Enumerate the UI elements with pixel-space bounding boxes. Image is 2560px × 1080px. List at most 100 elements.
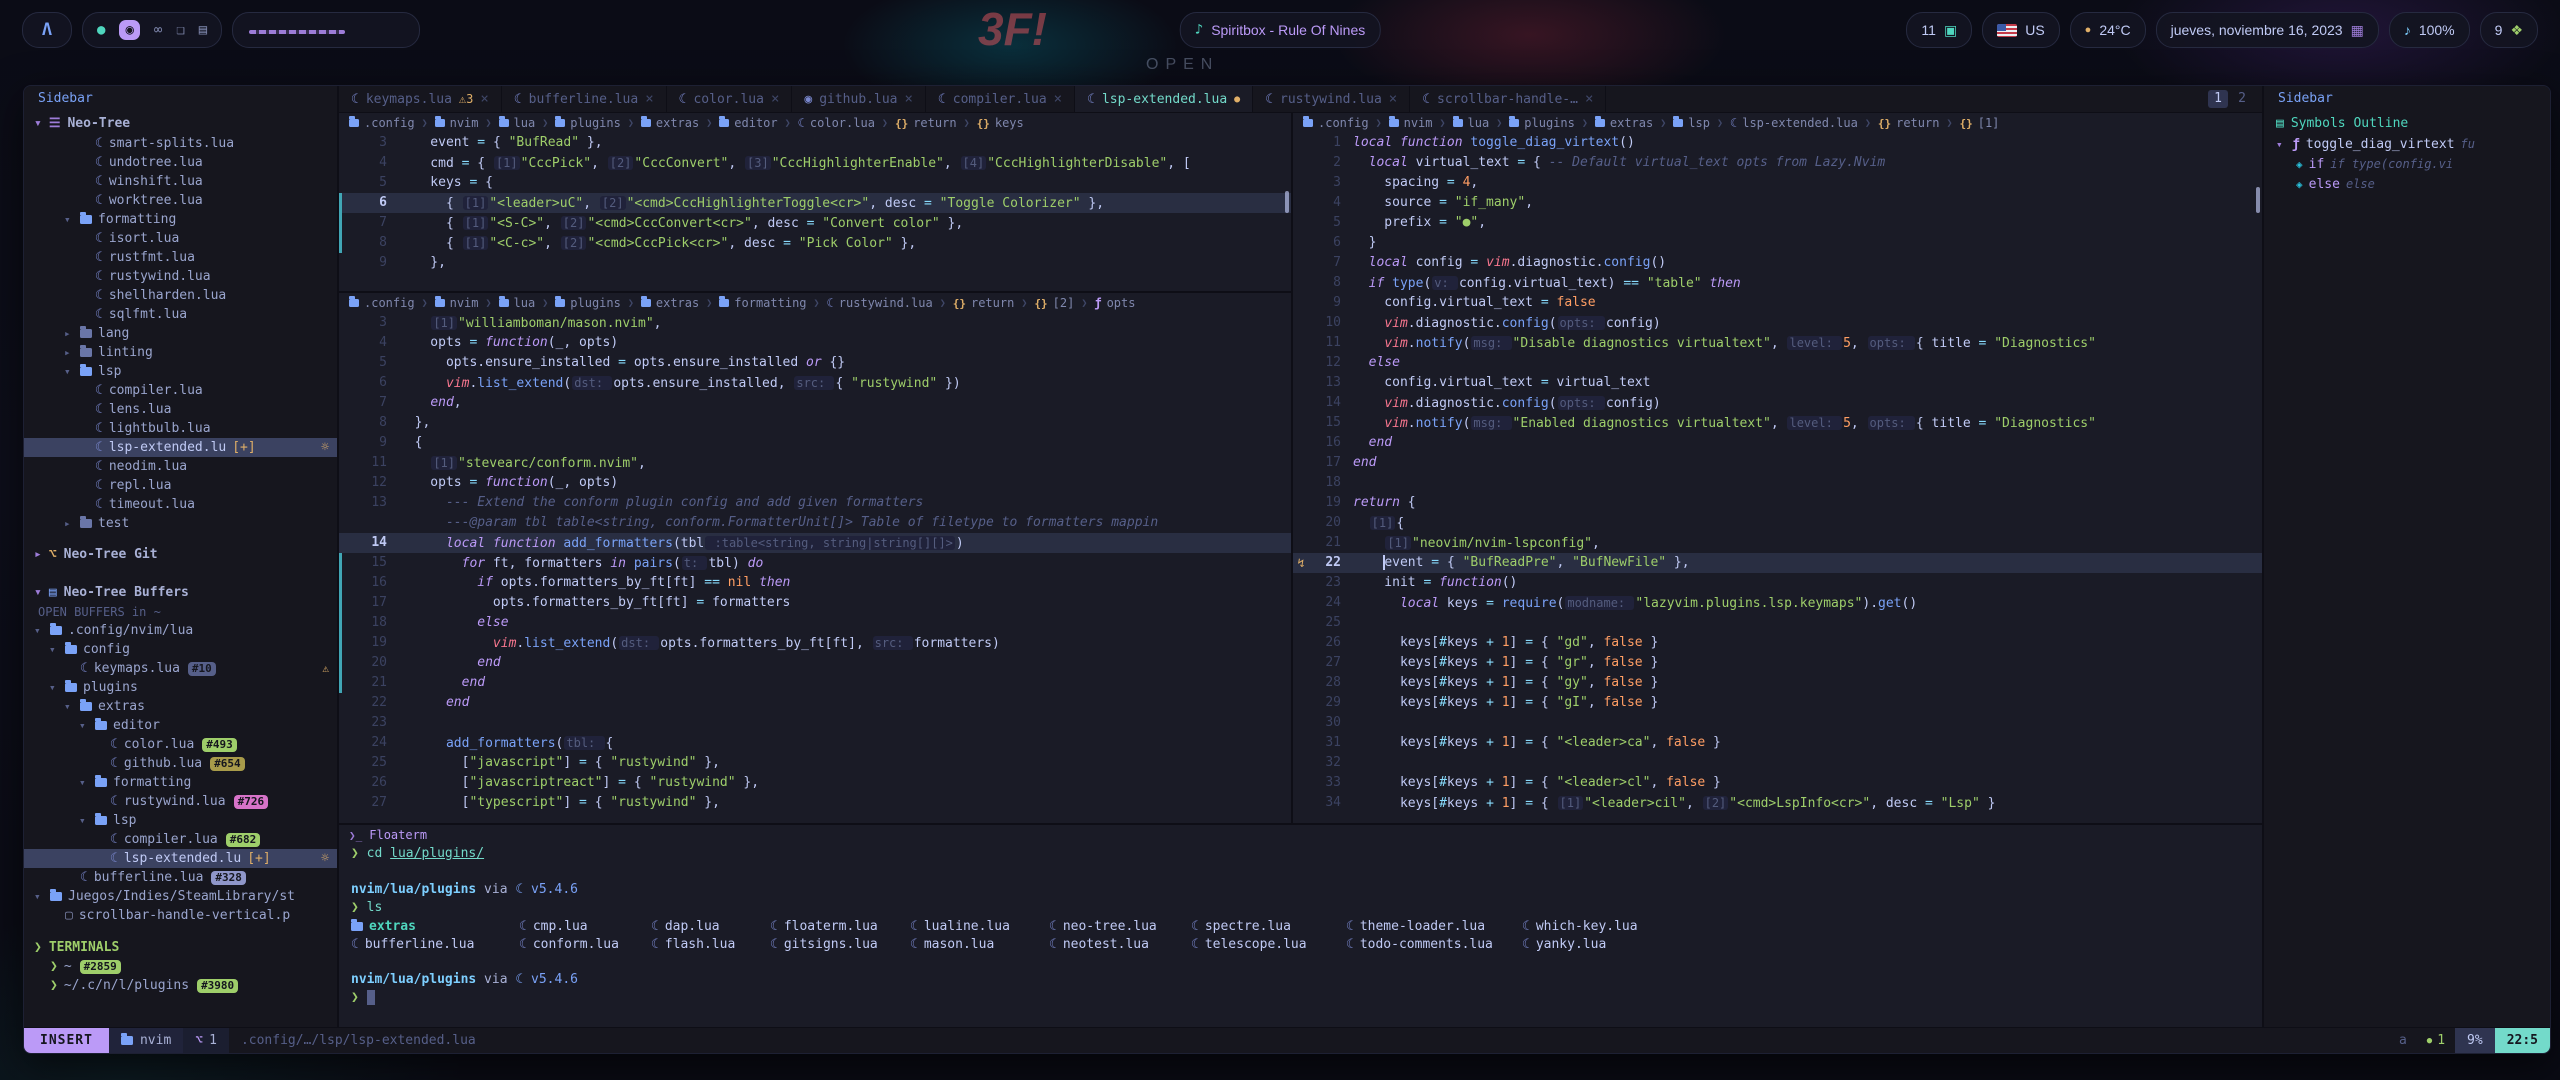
- code-line[interactable]: 20 end: [339, 653, 1291, 673]
- tree-item-rustfmt-lua[interactable]: ☾rustfmt.lua: [24, 248, 337, 267]
- breadcrumb-item[interactable]: {}keys: [977, 116, 1024, 130]
- tree-item-compiler-lua[interactable]: ☾compiler.lua: [24, 381, 337, 400]
- symbol-item-else[interactable]: ◈elseelse: [2264, 174, 2550, 194]
- code-line[interactable]: 11 vim.notify(msg: "Disable diagnostics …: [1293, 333, 2262, 353]
- breadcrumb-item[interactable]: ☾lsp-extended.lua: [1730, 116, 1858, 130]
- tree-item-lsp-extended-lu[interactable]: ☾lsp-extended.lu[+]☼: [24, 438, 337, 457]
- chevron-down-icon[interactable]: ▾: [79, 814, 89, 827]
- code-line[interactable]: 9 {: [339, 433, 1291, 453]
- code-line[interactable]: 2 local virtual_text = { -- Default virt…: [1293, 153, 2262, 173]
- code-line[interactable]: 24 add_formatters(tbl: {: [339, 733, 1291, 753]
- tab-bufferline-lua[interactable]: ☾bufferline.lua×: [502, 86, 667, 112]
- code-line[interactable]: 13 --- Extend the conform plugin config …: [339, 493, 1291, 513]
- tree-item-github-lua[interactable]: ☾github.lua#654: [24, 754, 337, 773]
- tree-item-juegos-indies-steamlibrary-st[interactable]: ▾Juegos/Indies/SteamLibrary/st: [24, 887, 337, 906]
- code-line[interactable]: ---@param tbl table<string, conform.Form…: [339, 513, 1291, 533]
- code-line[interactable]: 19 vim.list_extend(dst: opts.formatters_…: [339, 633, 1291, 653]
- terminals-header[interactable]: ❯ TERMINALS: [24, 937, 337, 957]
- code-line[interactable]: 9 config.virtual_text = false: [1293, 293, 2262, 313]
- chevron-down-icon[interactable]: ▾: [49, 643, 59, 656]
- tree-item-compiler-lua[interactable]: ☾compiler.lua#682: [24, 830, 337, 849]
- symbol-item-if[interactable]: ◈ifif type(config.vi: [2264, 154, 2550, 174]
- code-line[interactable]: 14 vim.diagnostic.config(opts: config): [1293, 393, 2262, 413]
- chevron-down-icon[interactable]: ▾: [64, 365, 74, 378]
- close-icon[interactable]: ×: [904, 91, 912, 107]
- close-icon[interactable]: ×: [1054, 91, 1062, 107]
- code-line[interactable]: 15 for ft, formatters in pairs(t: tbl) d…: [339, 553, 1291, 573]
- code-line[interactable]: 3 event = { "BufRead" },: [339, 133, 1291, 153]
- code-line[interactable]: ↯22 event = { "BufReadPre", "BufNewFile"…: [1293, 553, 2262, 573]
- breadcrumb-item[interactable]: lua: [1453, 116, 1490, 130]
- close-icon[interactable]: ×: [1585, 91, 1593, 107]
- breadcrumb-item[interactable]: ƒopts: [1094, 296, 1135, 310]
- code-line[interactable]: 7 { [1]"<S-C>", [2]"<cmd>CccConvert<cr>"…: [339, 213, 1291, 233]
- breadcrumb-item[interactable]: lua: [499, 296, 536, 310]
- tree-item-lsp[interactable]: ▾lsp: [24, 811, 337, 830]
- chevron-down-icon[interactable]: ▾: [49, 681, 59, 694]
- breadcrumb-item[interactable]: plugins: [555, 296, 621, 310]
- breadcrumb-item[interactable]: {}return: [953, 296, 1015, 310]
- chevron-down-icon[interactable]: ▾: [64, 700, 74, 713]
- code-line[interactable]: 10 vim.diagnostic.config(opts: config): [1293, 313, 2262, 333]
- code-line[interactable]: 5 prefix = "●",: [1293, 213, 2262, 233]
- editor-pane-color-lua[interactable]: .config❯nvim❯lua❯plugins❯extras❯editor❯☾…: [339, 113, 1291, 293]
- volume-widget[interactable]: ♪ 100%: [2389, 12, 2470, 48]
- neotree-files-header[interactable]: ▾ ☰ Neo-Tree: [24, 112, 337, 134]
- tree-item-bufferline-lua[interactable]: ☾bufferline.lua#328: [24, 868, 337, 887]
- tree-item-plugins[interactable]: ▾plugins: [24, 678, 337, 697]
- tree-item-formatting[interactable]: ▾formatting: [24, 773, 337, 792]
- code-line[interactable]: 9 },: [339, 253, 1291, 273]
- breadcrumb-item[interactable]: lua: [499, 116, 536, 130]
- close-icon[interactable]: ×: [645, 91, 653, 107]
- tree-item-linting[interactable]: ▸linting: [24, 343, 337, 362]
- now-playing-widget[interactable]: ♪ Spiritbox - Rule Of Nines: [1180, 12, 1381, 48]
- breadcrumb-item[interactable]: {}return: [895, 116, 957, 130]
- tree-item-lens-lua[interactable]: ☾lens.lua: [24, 400, 337, 419]
- code-line[interactable]: 22 end: [339, 693, 1291, 713]
- screens-widget[interactable]: 9 ❖: [2480, 12, 2538, 48]
- code-line[interactable]: 30: [1293, 713, 2262, 733]
- breadcrumb-item[interactable]: ☾rustywind.lua: [827, 296, 933, 310]
- code-line[interactable]: 13 config.virtual_text = virtual_text: [1293, 373, 2262, 393]
- updates-widget[interactable]: 11 ▣: [1906, 12, 1972, 48]
- tree-item-smart-splits-lua[interactable]: ☾smart-splits.lua: [24, 134, 337, 153]
- tree-item-sqlfmt-lua[interactable]: ☾sqlfmt.lua: [24, 305, 337, 324]
- breadcrumb-item[interactable]: ☾color.lua: [798, 116, 875, 130]
- tabpage-2[interactable]: 2: [2232, 90, 2252, 108]
- date-widget[interactable]: jueves, noviembre 16, 2023 ▦: [2156, 12, 2379, 48]
- breadcrumb-item[interactable]: {}[2]: [1034, 296, 1074, 310]
- breadcrumb-item[interactable]: nvim: [435, 296, 479, 310]
- code-line[interactable]: 8 },: [339, 413, 1291, 433]
- code-line[interactable]: 20 [1]{: [1293, 513, 2262, 533]
- search-pill[interactable]: [232, 12, 420, 48]
- tree-item-timeout-lua[interactable]: ☾timeout.lua: [24, 495, 337, 514]
- breadcrumb-item[interactable]: {}return: [1878, 116, 1940, 130]
- breadcrumb-item[interactable]: .config: [1303, 116, 1369, 130]
- code-line[interactable]: 4 cmd = { [1]"CccPick", [2]"CccConvert",…: [339, 153, 1291, 173]
- tree-item-winshift-lua[interactable]: ☾winshift.lua: [24, 172, 337, 191]
- code-line[interactable]: 17 opts.formatters_by_ft[ft] = formatter…: [339, 593, 1291, 613]
- tree-item-shellharden-lua[interactable]: ☾shellharden.lua: [24, 286, 337, 305]
- code-line[interactable]: 21 [1]"neovim/nvim-lspconfig",: [1293, 533, 2262, 553]
- tree-item-rustywind-lua[interactable]: ☾rustywind.lua: [24, 267, 337, 286]
- tree-item-editor[interactable]: ▾editor: [24, 716, 337, 735]
- editor-pane-rustywind-lua[interactable]: .config❯nvim❯lua❯plugins❯extras❯formatti…: [339, 293, 1291, 823]
- code-line[interactable]: 14 local function add_formatters(tbl :ta…: [339, 533, 1291, 553]
- code-line[interactable]: 1local function toggle_diag_virtext(): [1293, 133, 2262, 153]
- code-line[interactable]: 23: [339, 713, 1291, 733]
- tree-item-scrollbar-handle-vertical-p[interactable]: ▢scrollbar-handle-vertical.p: [24, 906, 337, 925]
- code-line[interactable]: 26 keys[#keys + 1] = { "gd", false }: [1293, 633, 2262, 653]
- chevron-down-icon[interactable]: ▾: [79, 719, 89, 732]
- code-line[interactable]: 6 { [1]"<leader>uC", [2]"<cmd>CccHighlig…: [339, 193, 1291, 213]
- tabpage-1[interactable]: 1: [2208, 90, 2228, 108]
- code-line[interactable]: 6 vim.list_extend(dst: opts.ensure_insta…: [339, 373, 1291, 393]
- tree-item-repl-lua[interactable]: ☾repl.lua: [24, 476, 337, 495]
- tree-item-lightbulb-lua[interactable]: ☾lightbulb.lua: [24, 419, 337, 438]
- code-line[interactable]: 5 opts.ensure_installed = opts.ensure_in…: [339, 353, 1291, 373]
- tab-lsp-extended-lua[interactable]: ☾lsp-extended.lua●: [1075, 86, 1253, 112]
- code-line[interactable]: 15 vim.notify(msg: "Enabled diagnostics …: [1293, 413, 2262, 433]
- breadcrumb-item[interactable]: .config: [349, 116, 415, 130]
- workspace-icon-3[interactable]: ∞: [154, 22, 162, 38]
- code-line[interactable]: 8 { [1]"<C-c>", [2]"<cmd>CccPick<cr>", d…: [339, 233, 1291, 253]
- code-line[interactable]: 7 end,: [339, 393, 1291, 413]
